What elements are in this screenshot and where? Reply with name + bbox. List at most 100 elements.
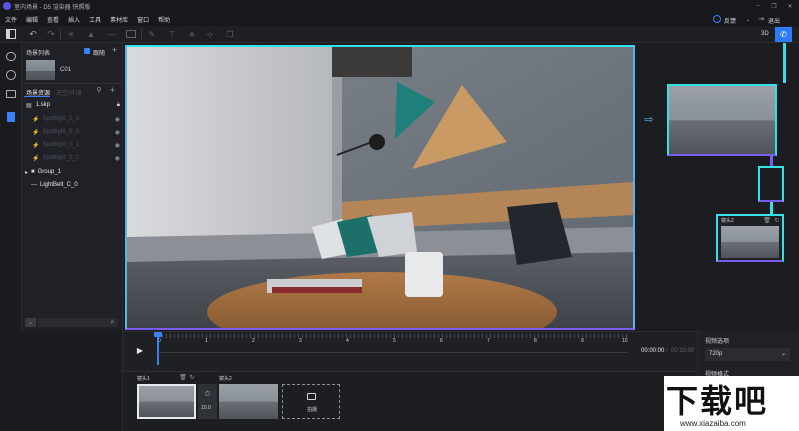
menu-file[interactable]: 文件 [5,15,17,24]
chevron-down-icon[interactable]: ⌄ [744,15,752,23]
shot1-label: 镜头1 [137,376,150,382]
timer-icon: ⏱ [204,390,211,398]
left-rail [0,43,22,331]
add-resource-icon[interactable]: + [108,85,117,95]
tree-item-label: Spotlight_0_1 [42,142,80,148]
tree-item-1skp[interactable]: ▤ 1.skp 🔒︎ [26,101,120,109]
sequence-connector [770,156,773,166]
sun-light-icon[interactable]: ✳ [66,29,76,39]
camera-icon[interactable] [6,90,16,98]
line-light-icon[interactable]: — [106,29,116,39]
menu-edit[interactable]: 编辑 [26,15,38,24]
pin-icon[interactable]: ⚲ [95,86,103,94]
timeline: 0 1 2 3 4 5 6 7 8 9 10 ▶ 00:00:00 / 00:1… [123,331,697,371]
shot1-thumbnail[interactable] [137,384,196,419]
file-icon: ▤ [26,102,32,109]
watermark: 下载吧 www.xiazaiba.com [664,376,799,431]
expand-arrow-icon[interactable]: ▸ [25,169,28,176]
tree-item-label: 1.skp [35,102,51,108]
toolbar: ↶ ↷ ✳ ▲ — ✎ ⊤ ⋔ ⊹ ❐ 3D ✆ [0,26,799,43]
play-icon[interactable]: ▶ [135,345,145,355]
add-shot-button[interactable]: 拍摄 [282,384,340,419]
watermark-text: 下载吧 [666,382,769,420]
title-bar: 室内场景 - D5 渲染器 快照版 – ❐ ✕ [0,0,799,12]
spot-light-icon: ⚡ [32,155,40,162]
brush-icon[interactable]: ✎ [147,29,157,39]
viewport-scene-image [127,47,633,328]
eye-icon[interactable]: ◉ [115,155,120,162]
app-logo-icon [3,2,11,10]
tree-icon[interactable]: ⋔ [187,29,197,39]
exit-link[interactable]: 退出 [768,16,780,25]
stamp-icon[interactable]: ⊤ [167,29,177,39]
tick-label: 3 [299,338,302,344]
search-input[interactable] [38,318,118,327]
restore-icon[interactable]: ❐ [768,1,780,11]
filter-dropdown[interactable]: ⌄ [25,318,36,327]
tree-item-spotlight[interactable]: ⚡ Spotlight_0_0 ◉ [32,115,120,123]
camera-thumbnail[interactable] [26,60,55,80]
panel-toggle-icon[interactable] [6,29,16,39]
lock-icon[interactable]: 🔒︎ [117,102,120,109]
shots-strip: 镜头1 🗑︎ ↻ ⏱ 10.0 镜头2 拍摄 [123,371,697,431]
playhead[interactable] [157,333,159,365]
spot-light-icon[interactable]: ▲ [86,29,96,39]
refresh-icon[interactable]: ↻ [189,374,195,381]
view-mode-3d[interactable]: 3D [761,31,769,37]
tree-item-lightbelt[interactable]: — LightBelt_C_0 [31,181,120,189]
tree-item-group[interactable]: ▸ ■ Group_1 [25,168,120,176]
feedback-link[interactable]: 反馈 [724,16,736,25]
add-shot-label: 拍摄 [307,407,318,413]
preview-card-2[interactable]: 镜头2 🗑︎ ↻ [716,214,784,262]
resolution-select[interactable]: 720p ⌄ [705,348,790,361]
progress-track[interactable] [158,352,628,353]
minimize-icon[interactable]: – [752,1,764,11]
scene-panel: 场景列表 跟随 + C01 场景资源 天空/环境 ⚲ + ▤ 1.skp 🔒︎ … [22,43,123,331]
menu-library[interactable]: 素材库 [110,15,128,24]
delete-icon[interactable]: 🗑︎ [763,217,771,224]
tree-item-label: Spotlight_0_0 [42,129,80,135]
transition-block[interactable]: ⏱ 10.0 [198,384,217,419]
add-camera-icon[interactable]: + [110,45,119,55]
chevron-down-icon: ⌄ [781,351,787,357]
tree-item-spotlight[interactable]: ⚡ Spotlight_0_1 ◉ [32,141,120,149]
scene-list-icon[interactable] [7,112,15,122]
search-icon[interactable]: ⌕ [108,318,117,327]
spot-light-icon: ⚡ [32,129,40,136]
shot2-thumbnail[interactable] [219,384,278,419]
menu-tools[interactable]: 工具 [89,15,101,24]
eye-icon[interactable]: ◉ [115,129,120,136]
cloud-icon[interactable] [6,52,16,61]
delete-icon[interactable]: 🗑︎ [179,374,187,381]
menu-window[interactable]: 窗口 [137,15,149,24]
follow-checkbox[interactable] [84,48,90,54]
menu-help[interactable]: 帮助 [158,15,170,24]
tree-item-spotlight[interactable]: ⚡ Spotlight_0_2 ◉ [32,154,120,162]
material-icon[interactable] [6,70,16,80]
render-viewport[interactable] [125,45,635,330]
tab-sky-environment[interactable]: 天空/环境 [56,88,82,97]
eye-icon[interactable]: ◉ [115,116,120,123]
playhead-handle[interactable] [154,332,162,337]
tick-label: 9 [581,338,584,344]
refresh-icon[interactable]: ↻ [774,217,780,224]
undo-icon[interactable]: ↶ [28,29,38,39]
rect-light-icon[interactable] [126,30,136,38]
camera-name: C01 [60,67,72,73]
exit-icon[interactable]: ⇥ [757,15,765,23]
resolution-value: 720p [709,351,723,357]
align-icon[interactable]: ⊹ [205,29,215,39]
preview-thumbnail-1[interactable] [667,84,777,156]
tick-labels: 0 1 2 3 4 5 6 7 8 9 10 [158,338,628,346]
menu-insert[interactable]: 插入 [68,15,80,24]
eye-icon[interactable]: ◉ [115,142,120,149]
layers-icon[interactable]: ❐ [225,29,235,39]
transition-marker[interactable] [758,166,784,202]
feedback-icon[interactable] [713,15,721,23]
close-icon[interactable]: ✕ [784,1,796,11]
tree-item-spotlight[interactable]: ⚡ Spotlight_0_0 ◉ [32,128,120,136]
redo-icon[interactable]: ↷ [46,29,56,39]
camera-mode-button[interactable]: ✆ [775,27,792,42]
spot-light-icon: ⚡ [32,116,40,123]
menu-view[interactable]: 查看 [47,15,59,24]
